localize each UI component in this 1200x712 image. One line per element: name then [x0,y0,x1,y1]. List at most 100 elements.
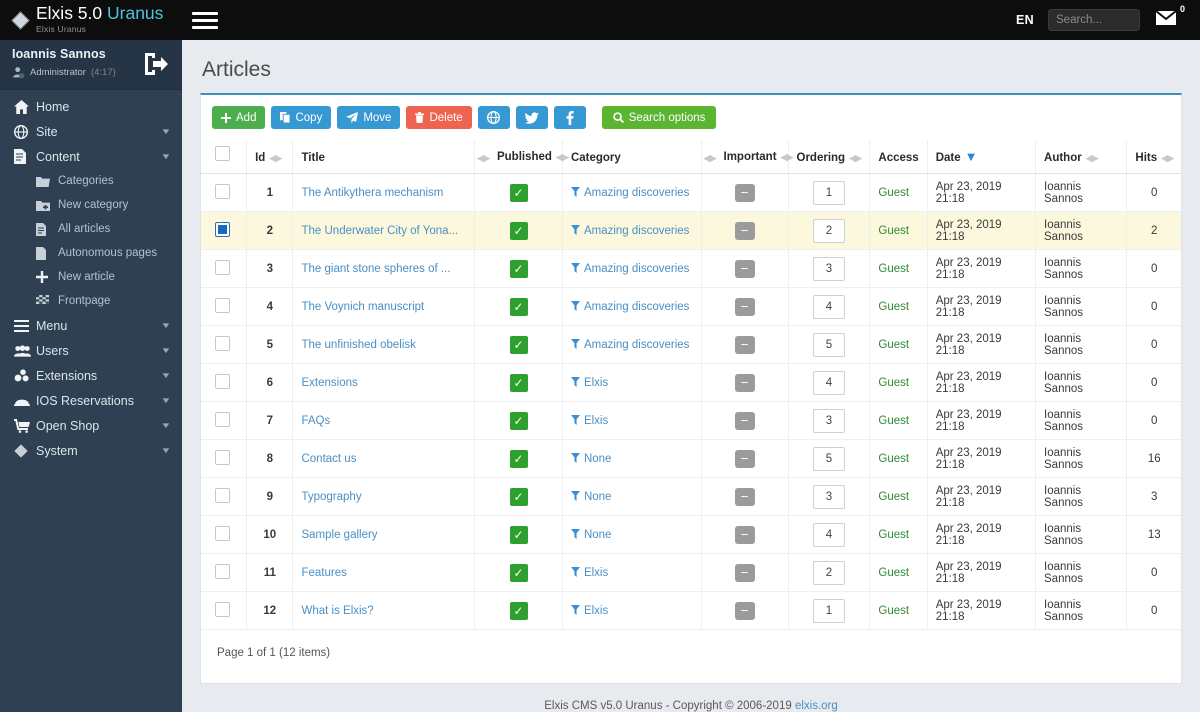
ordering-input[interactable]: 1 [812,180,845,205]
row-title-link[interactable]: Features [301,567,346,579]
ordering-input[interactable]: 2 [812,560,845,585]
important-toggle[interactable]: − [734,563,755,582]
ordering-input[interactable]: 4 [812,294,845,319]
search-options-button[interactable]: Search options [601,106,717,129]
table-row[interactable]: 6 Extensions ✓ Elxis − 4 Guest Apr 23, 2019 21:… [201,363,1181,402]
important-toggle[interactable]: − [734,221,755,240]
row-checkbox[interactable] [215,259,230,275]
ordering-input[interactable]: 3 [812,256,845,281]
sidebar-item-frontpage[interactable]: Frontpage [0,289,182,313]
row-category-link[interactable]: Amazing discoveries [584,187,689,199]
copy-button[interactable]: Copy [271,106,332,129]
col-author[interactable]: Author ◀▶ [1035,140,1128,174]
row-title-link[interactable]: The unfinished obelisk [301,339,415,351]
ordering-input[interactable]: 4 [812,370,845,395]
col-id[interactable]: Id ◀▶ [246,140,294,174]
published-toggle[interactable]: ✓ [509,563,528,582]
sidebar-item-site[interactable]: Site ▼ [0,119,182,144]
row-category-link[interactable]: Elxis [584,415,608,427]
important-toggle[interactable]: − [734,449,755,468]
important-toggle[interactable]: − [734,601,755,620]
table-row[interactable]: 2 The Underwater City of Yona... ✓ Amazing … [201,211,1181,250]
col-published[interactable]: ◀▶ Published ◀▶ [474,140,569,174]
sidebar-item-open-shop[interactable]: Open Shop ▼ [0,413,182,438]
language-selector[interactable]: EN [1016,13,1034,27]
row-checkbox[interactable] [215,487,230,503]
hamburger-menu-icon[interactable] [192,7,218,33]
sidebar-item-menu[interactable]: Menu ▼ [0,313,182,338]
sort-desc-icon[interactable]: ▼ [965,149,978,164]
published-toggle[interactable]: ✓ [509,335,528,354]
col-date[interactable]: Date ▼ [927,140,1037,174]
facebook-share-button[interactable] [553,106,586,129]
sidebar-item-users[interactable]: Users ▼ [0,338,182,363]
logout-button[interactable] [142,51,170,77]
important-toggle[interactable]: − [734,525,755,544]
brand[interactable]: Elxis 5.0 Uranus Elxis Uranus [0,0,182,40]
row-checkbox[interactable] [215,221,230,237]
row-category-link[interactable]: Elxis [584,605,608,617]
row-title-link[interactable]: The Antikythera mechanism [301,187,443,199]
table-row[interactable]: 11 Features ✓ Elxis − 2 Guest Apr 23, 2019 21:1… [201,553,1181,592]
published-toggle[interactable]: ✓ [509,487,528,506]
col-category[interactable]: Category [562,140,702,174]
sort-arrows-icon[interactable]: ◀▶ [556,152,569,162]
col-hits[interactable]: Hits ◀▶ [1126,140,1181,174]
published-toggle[interactable]: ✓ [509,221,528,240]
row-category-link[interactable]: Amazing discoveries [584,263,689,275]
published-toggle[interactable]: ✓ [509,259,528,278]
row-title-link[interactable]: What is Elxis? [301,605,373,617]
published-toggle[interactable]: ✓ [509,449,528,468]
twitter-share-button[interactable] [515,106,548,129]
add-button[interactable]: Add [212,106,266,129]
col-ordering[interactable]: Ordering ◀▶ [788,140,871,174]
row-category-link[interactable]: Elxis [584,567,608,579]
sort-arrows-icon[interactable]: ◀▶ [1161,153,1174,163]
sort-arrows-icon[interactable]: ◀▶ [269,153,282,163]
row-category-link[interactable]: Amazing discoveries [584,301,689,313]
row-title-link[interactable]: Typography [301,491,361,503]
row-checkbox[interactable] [215,335,230,351]
table-row[interactable]: 10 Sample gallery ✓ None − 4 Guest Apr 23, 2019… [201,515,1181,554]
sidebar-item-content[interactable]: Content ▼ [0,144,182,169]
sort-arrows-icon[interactable]: ◀▶ [781,152,794,162]
sort-arrows-icon[interactable]: ◀▶ [704,153,717,164]
ordering-input[interactable]: 3 [812,408,845,433]
row-checkbox[interactable] [215,601,230,617]
sidebar-item-ios-reservations[interactable]: IOS Reservations ▼ [0,388,182,413]
row-title-link[interactable]: The Underwater City of Yona... [301,225,458,237]
published-toggle[interactable]: ✓ [509,411,528,430]
row-category-link[interactable]: Amazing discoveries [584,225,689,237]
table-row[interactable]: 7 FAQs ✓ Elxis − 3 Guest Apr 23, 2019 21:18 Ioan… [201,401,1181,440]
published-toggle[interactable]: ✓ [509,373,528,392]
ordering-input[interactable]: 3 [812,484,845,509]
row-category-link[interactable]: None [584,453,612,465]
ordering-input[interactable]: 5 [812,332,845,357]
table-row[interactable]: 4 The Voynich manuscript ✓ Amazing discover… [201,287,1181,326]
table-row[interactable]: 5 The unfinished obelisk ✓ Amazing discover… [201,325,1181,364]
sidebar-item-home[interactable]: Home [0,94,182,119]
select-all-checkbox[interactable] [215,146,230,161]
published-toggle[interactable]: ✓ [509,183,528,202]
ordering-input[interactable]: 2 [812,218,845,243]
row-category-link[interactable]: None [584,529,612,541]
row-checkbox[interactable] [215,411,230,427]
row-title-link[interactable]: The giant stone spheres of ... [301,263,450,275]
sort-arrows-icon[interactable]: ◀▶ [1086,153,1099,163]
row-title-link[interactable]: FAQs [301,415,330,427]
row-checkbox[interactable] [215,525,230,541]
important-toggle[interactable]: − [734,487,755,506]
important-toggle[interactable]: − [734,335,755,354]
sidebar-item-autonomous-pages[interactable]: Autonomous pages [0,241,182,265]
important-toggle[interactable]: − [734,373,755,392]
row-title-link[interactable]: Sample gallery [301,529,377,541]
ordering-input[interactable]: 5 [812,446,845,471]
search-input[interactable] [1048,9,1140,31]
published-toggle[interactable]: ✓ [509,601,528,620]
table-row[interactable]: 8 Contact us ✓ None − 5 Guest Apr 23, 2019 21:1… [201,439,1181,478]
messages-button[interactable]: 0 [1154,4,1185,33]
row-title-link[interactable]: The Voynich manuscript [301,301,424,313]
publish-site-button[interactable] [477,106,510,129]
row-category-link[interactable]: Amazing discoveries [584,339,689,351]
sort-arrows-icon[interactable]: ◀▶ [849,153,862,163]
